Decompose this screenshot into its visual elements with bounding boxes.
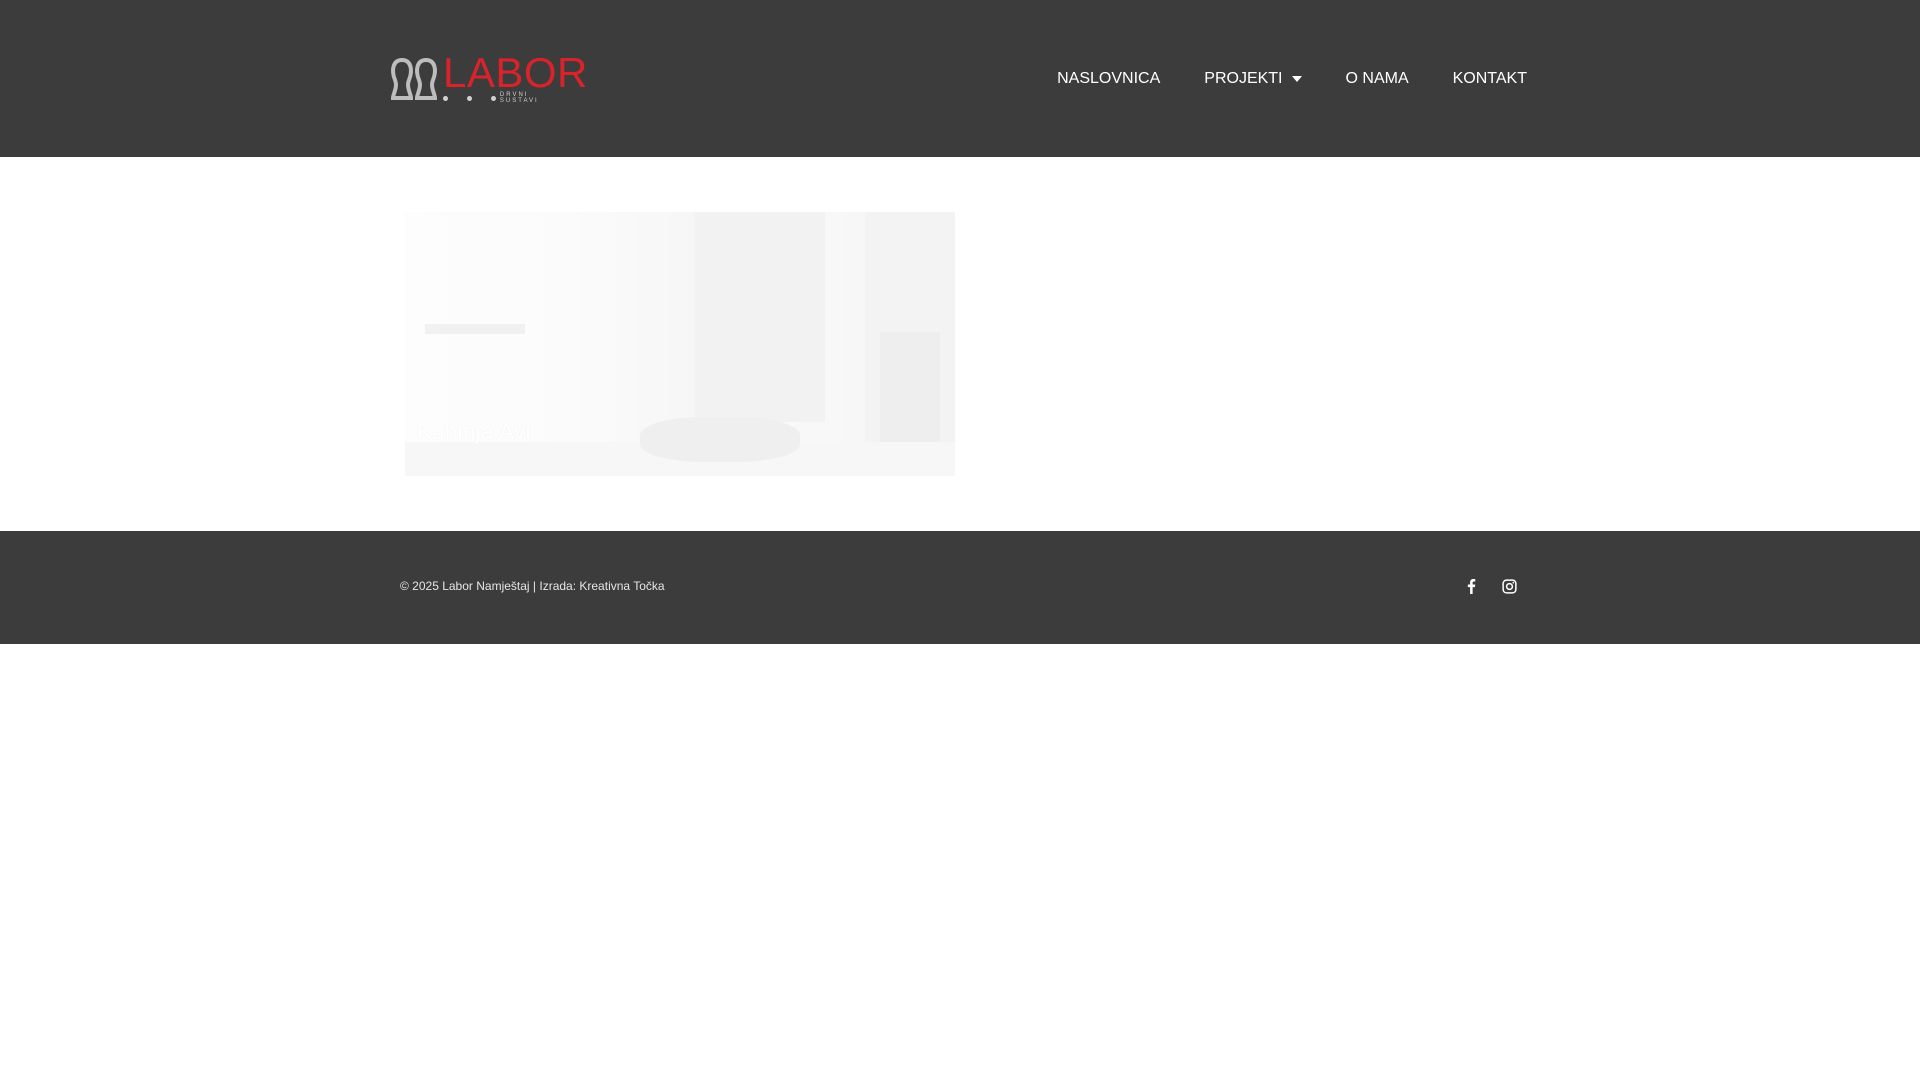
- facebook-icon: [1467, 578, 1475, 594]
- main-content: Kuhinja Avi: [0, 157, 1920, 531]
- instagram-icon: [1501, 578, 1517, 594]
- project-photo-detail: [880, 332, 940, 442]
- site-footer: © 2025 Labor Namještaj | Izrada: Kreativ…: [0, 531, 1920, 644]
- site-logo[interactable]: LABOR DRVNI SUSTAVI: [389, 52, 587, 104]
- nav-item-label: KONTAKT: [1452, 70, 1527, 87]
- nav-item-label: PROJEKTI: [1204, 70, 1283, 87]
- copyright-text: © 2025 Labor Namještaj | Izrada: Kreativ…: [400, 579, 665, 593]
- nav-item-o-nama[interactable]: O NAMA: [1346, 70, 1409, 88]
- logo-text: LABOR: [443, 49, 588, 96]
- logo-dot: [443, 95, 448, 101]
- project-photo-detail: [640, 417, 800, 462]
- project-photo-detail: [425, 324, 525, 334]
- project-photo-detail: [695, 212, 825, 422]
- logo-subtitle: DRVNI SUSTAVI: [499, 92, 539, 104]
- project-title: Kuhinja Avi: [417, 419, 531, 444]
- facebook-link[interactable]: [1463, 578, 1479, 594]
- nav-item-label: O NAMA: [1345, 70, 1409, 87]
- nav-item-projekti[interactable]: PROJEKTI: [1204, 70, 1302, 88]
- labor-logo-mark-icon: [390, 57, 438, 100]
- site-header: LABOR DRVNI SUSTAVI NASLOVNICA PROJEKTI …: [0, 0, 1920, 157]
- project-card[interactable]: Kuhinja Avi: [405, 212, 955, 476]
- logo-dot: [491, 95, 496, 101]
- logo-subtitle-row: DRVNI SUSTAVI: [443, 92, 567, 104]
- nav-item-kontakt[interactable]: KONTAKT: [1453, 70, 1527, 88]
- instagram-link[interactable]: [1501, 578, 1517, 594]
- nav-item-naslovnica[interactable]: NASLOVNICA: [1057, 70, 1160, 88]
- nav-item-label: NASLOVNICA: [1057, 70, 1161, 87]
- main-nav: NASLOVNICA PROJEKTI O NAMA KONTAKT: [1057, 64, 1527, 94]
- social-links: [1463, 578, 1517, 594]
- caret-down-icon: [1291, 76, 1302, 82]
- logo-dot: [467, 95, 472, 101]
